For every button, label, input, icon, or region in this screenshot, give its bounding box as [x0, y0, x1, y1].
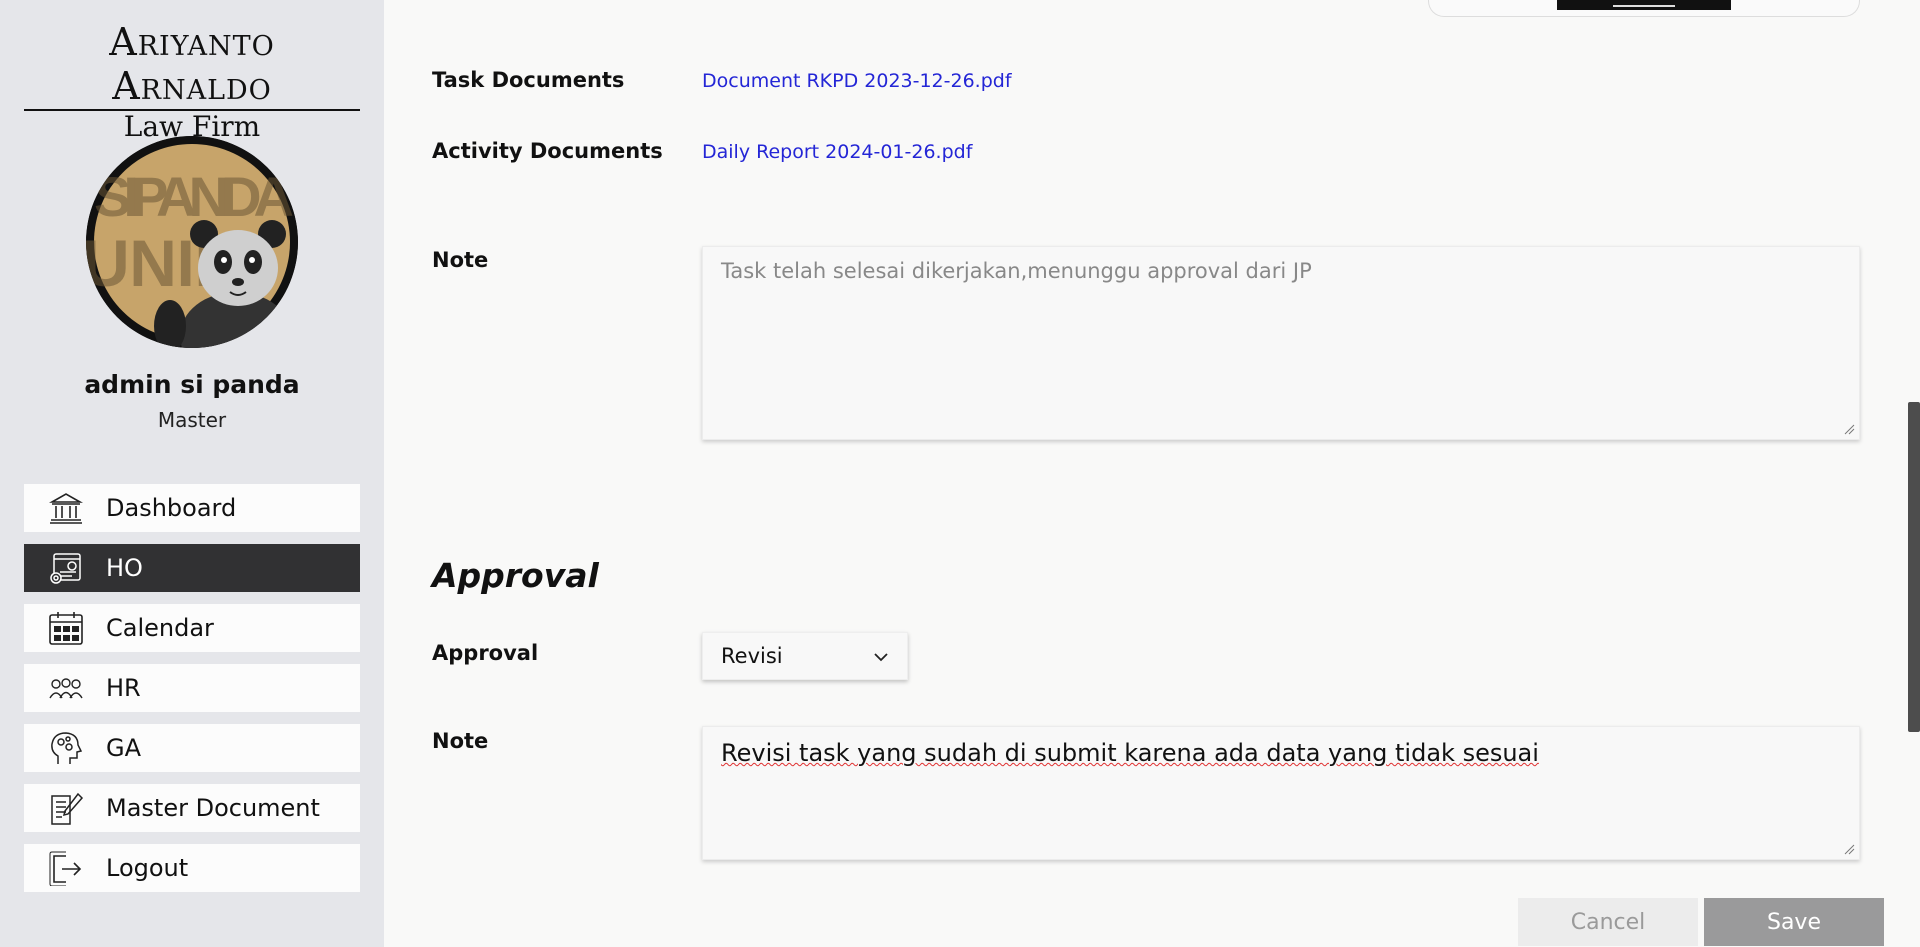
chevron-down-icon	[874, 653, 888, 662]
avatar: SIPANDA UNIK	[86, 136, 298, 348]
preview-thumbnail[interactable]	[1557, 0, 1731, 10]
resize-grip-icon[interactable]	[1843, 423, 1855, 435]
approval-label: Approval	[432, 641, 539, 665]
activity-document-link[interactable]: Daily Report 2024-01-26.pdf	[702, 141, 972, 163]
sidebar-item-ga[interactable]: GA	[24, 724, 360, 772]
office-settings-icon	[48, 550, 84, 586]
user-name: admin si panda	[84, 370, 300, 399]
approval-selected-value: Revisi	[721, 644, 783, 668]
sidebar-item-ho[interactable]: HO	[24, 544, 360, 592]
logo-firm-name: Ariyanto Arnaldo	[24, 20, 360, 111]
sidebar-item-label: Logout	[106, 854, 189, 882]
sidebar-item-calendar[interactable]: Calendar	[24, 604, 360, 652]
activity-documents-label: Activity Documents	[432, 139, 663, 163]
approval-note-textarea[interactable]: Revisi task yang sudah di submit karena …	[702, 726, 1860, 860]
people-group-icon	[48, 670, 84, 706]
bank-building-icon	[48, 490, 84, 526]
approval-note-text: Revisi task yang sudah di submit karena …	[721, 739, 1539, 767]
sidebar-item-logout[interactable]: Logout	[24, 844, 360, 892]
sidebar-item-label: Dashboard	[106, 494, 237, 522]
sidebar-item-master-document[interactable]: Master Document	[24, 784, 360, 832]
approval-note-label: Note	[432, 729, 489, 753]
sidebar-menu: Dashboard HO Calendar HR GA Master Docum…	[24, 484, 360, 904]
sidebar-item-label: Master Document	[106, 794, 320, 822]
svg-text:SIPANDA: SIPANDA	[94, 165, 294, 228]
sidebar-item-hr[interactable]: HR	[24, 664, 360, 712]
user-role: Master	[157, 408, 227, 432]
sidebar-item-label: GA	[106, 734, 142, 762]
main-content: Task Documents Document RKPD 2023-12-26.…	[384, 0, 1920, 947]
document-edit-icon	[48, 790, 84, 826]
firm-logo: Ariyanto Arnaldo Law Firm	[24, 20, 360, 143]
save-button[interactable]: Save	[1704, 898, 1884, 946]
preview-card	[1428, 0, 1860, 17]
calendar-icon	[48, 610, 84, 646]
sidebar-item-dashboard[interactable]: Dashboard	[24, 484, 360, 532]
approval-select[interactable]: Revisi	[702, 632, 908, 680]
vertical-scrollbar[interactable]	[1908, 402, 1920, 732]
panda-avatar-image: SIPANDA UNIK	[86, 136, 298, 348]
cancel-button[interactable]: Cancel	[1518, 898, 1698, 946]
resize-grip-icon[interactable]	[1843, 843, 1855, 855]
task-documents-label: Task Documents	[432, 68, 625, 92]
logout-icon	[48, 850, 84, 886]
approval-section-title: Approval	[432, 556, 599, 595]
task-note-text: Task telah selesai dikerjakan,menunggu a…	[721, 259, 1312, 283]
note-label: Note	[432, 248, 489, 272]
task-document-link[interactable]: Document RKPD 2023-12-26.pdf	[702, 70, 1012, 92]
sidebar-item-label: Calendar	[106, 614, 214, 642]
head-gears-icon	[48, 730, 84, 766]
sidebar-item-label: HO	[106, 554, 143, 582]
sidebar-item-label: HR	[106, 674, 141, 702]
task-note-textarea[interactable]: Task telah selesai dikerjakan,menunggu a…	[702, 246, 1860, 440]
sidebar: Ariyanto Arnaldo Law Firm SIPANDA UNIK a…	[0, 0, 384, 947]
